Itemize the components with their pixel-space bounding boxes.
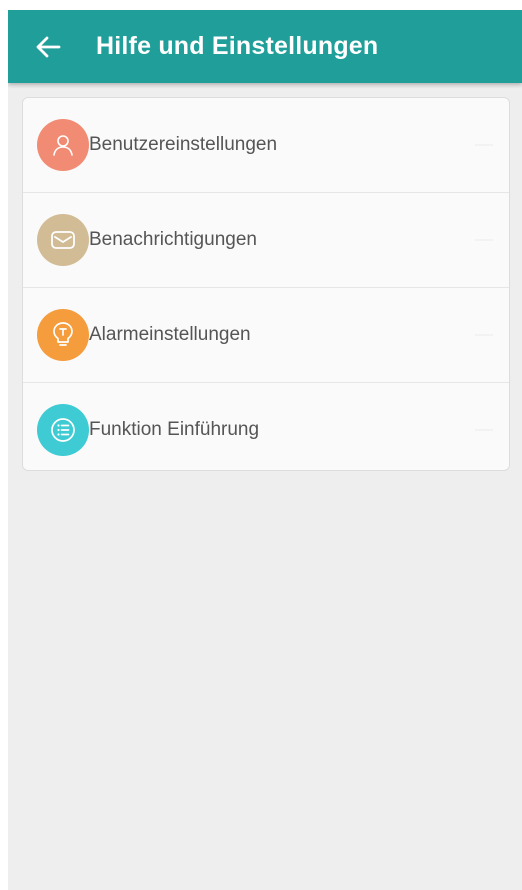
user-settings-icon-badge: [37, 119, 89, 171]
person-icon: [53, 135, 73, 156]
notifications-icon-badge: [37, 214, 89, 266]
chevron-right-icon: [475, 144, 493, 146]
chevron-right-icon: [475, 334, 493, 336]
menu-item-alarm-settings[interactable]: Alarmeinstellungen: [23, 287, 509, 382]
lightbulb-icon: [53, 322, 73, 346]
arrow-left-icon: [36, 36, 61, 57]
app-bar: Hilfe und Einstellungen: [8, 10, 522, 83]
feature-intro-icon-badge: [37, 404, 89, 456]
alarm-settings-icon-badge: [37, 309, 89, 361]
settings-menu-card: Benutzereinstellungen Benachrichtigungen: [22, 97, 510, 471]
menu-item-label: Benachrichtigungen: [89, 229, 257, 250]
menu-item-label: Alarmeinstellungen: [89, 324, 251, 345]
back-button[interactable]: [24, 23, 72, 71]
menu-item-notifications[interactable]: Benachrichtigungen: [23, 192, 509, 287]
page-title: Hilfe und Einstellungen: [96, 32, 379, 60]
menu-item-user-settings[interactable]: Benutzereinstellungen: [23, 98, 509, 192]
settings-screen: Hilfe und Einstellungen Benutzereinstell…: [8, 10, 522, 890]
envelope-icon: [51, 231, 75, 249]
chevron-right-icon: [475, 239, 493, 241]
menu-item-label: Funktion Einführung: [89, 419, 260, 440]
list-icon: [51, 418, 75, 442]
menu-item-feature-intro[interactable]: Funktion Einführung: [23, 382, 509, 470]
menu-item-label: Benutzereinstellungen: [89, 134, 278, 155]
chevron-right-icon: [475, 429, 493, 431]
